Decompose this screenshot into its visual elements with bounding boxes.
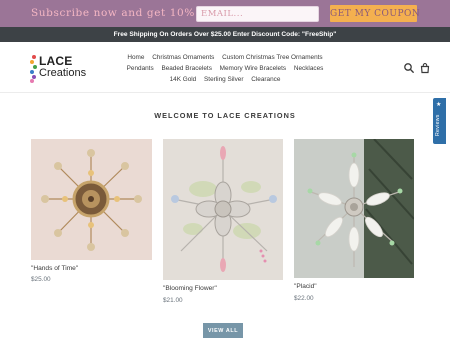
nav-row-3: 14K Gold Sterling Silver Clearance (120, 74, 330, 85)
logo-line-1: LACE (39, 54, 73, 68)
product-image[interactable] (163, 139, 283, 280)
nav-item-home[interactable]: Home (127, 54, 144, 61)
nav-item-necklaces[interactable]: Necklaces (294, 65, 323, 72)
logo-line-2: Creations (39, 67, 87, 79)
section-title: WELCOME TO LACE CREATIONS (154, 111, 296, 120)
product-card[interactable]: "Placid" $22.00 (294, 139, 414, 305)
nav-item-sterling-silver[interactable]: Sterling Silver (204, 76, 243, 83)
logo-dots-icon (30, 55, 38, 83)
reviews-tab[interactable]: ★ Reviews (433, 98, 446, 144)
email-input[interactable] (196, 6, 319, 22)
product-card[interactable]: "Hands of Time" $25.00 (31, 139, 152, 285)
nav-item-memory-wire-bracelets[interactable]: Memory Wire Bracelets (220, 65, 286, 72)
product-price: $22.00 (294, 295, 314, 302)
nav-item-beaded-bracelets[interactable]: Beaded Bracelets (161, 65, 211, 72)
product-title[interactable]: "Hands of Time" (31, 265, 78, 272)
nav-item-christmas-ornaments[interactable]: Christmas Ornaments (152, 54, 214, 61)
nav-row-2: Pendants Beaded Bracelets Memory Wire Br… (120, 63, 330, 74)
get-coupon-button[interactable]: GET MY COUPON (330, 5, 420, 22)
shipping-announcement: Free Shipping On Orders Over $25.00 Ente… (0, 27, 450, 42)
product-title[interactable]: "Blooming Flower" (163, 285, 217, 292)
cart-icon[interactable] (419, 61, 431, 74)
main-nav: Home Christmas Ornaments Custom Christma… (120, 52, 330, 85)
site-logo[interactable]: LACE Creations (30, 54, 92, 84)
header-divider (0, 92, 450, 93)
product-card[interactable]: "Blooming Flower" $21.00 (163, 139, 283, 305)
nav-item-pendants[interactable]: Pendants (127, 65, 154, 72)
promo-bar: Subscribe now and get 10% off GET MY COU… (0, 0, 450, 27)
nav-row-1: Home Christmas Ornaments Custom Christma… (120, 52, 330, 63)
product-price: $21.00 (163, 297, 183, 304)
search-icon[interactable] (403, 61, 415, 73)
product-image[interactable] (294, 139, 414, 278)
nav-item-custom-christmas-tree-ornaments[interactable]: Custom Christmas Tree Ornaments (222, 54, 323, 61)
star-icon: ★ (436, 102, 442, 108)
view-all-button[interactable]: VIEW ALL (203, 323, 243, 338)
promo-text: Subscribe now and get 10% off (31, 7, 215, 19)
product-price: $25.00 (31, 276, 51, 283)
nav-item-clearance[interactable]: Clearance (251, 76, 280, 83)
product-image[interactable] (31, 139, 152, 260)
product-title[interactable]: "Placid" (294, 283, 317, 290)
reviews-tab-label: Reviews (435, 114, 441, 136)
nav-item-14k-gold[interactable]: 14K Gold (170, 76, 197, 83)
